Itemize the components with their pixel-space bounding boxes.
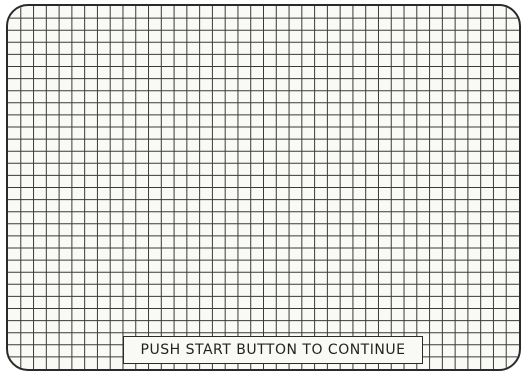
crosshatch-grid (8, 6, 519, 369)
test-pattern-screen: PUSH START BUTTON TO CONTINUE (6, 4, 521, 371)
push-start-prompt: PUSH START BUTTON TO CONTINUE (123, 336, 423, 364)
